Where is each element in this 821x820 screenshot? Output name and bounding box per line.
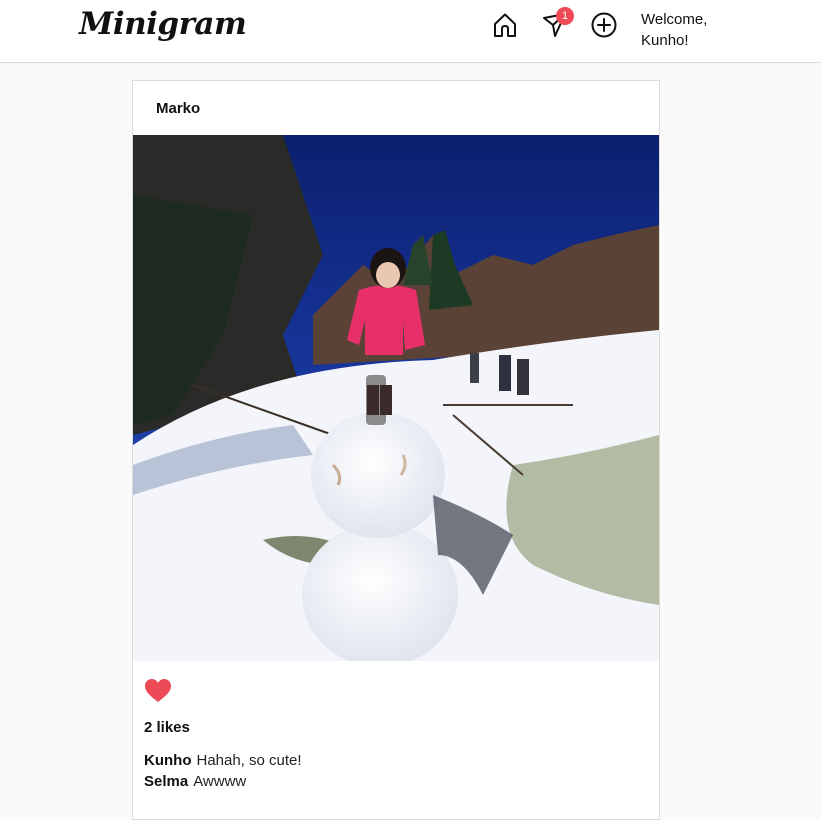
comment-username[interactable]: Selma	[144, 773, 188, 790]
likes-count: 2 likes	[144, 719, 190, 736]
welcome-username: Kunho!	[641, 32, 689, 49]
post-card: Marko 2 likes Kunho Hahah, so cute! Selm…	[132, 80, 660, 820]
home-icon[interactable]	[491, 11, 519, 39]
heart-icon[interactable]	[144, 678, 172, 704]
comment-text: Awwww	[193, 773, 247, 790]
comment-text: Hahah, so cute!	[196, 752, 302, 769]
post-username[interactable]: Marko	[156, 100, 200, 117]
app-logo[interactable]: Minigram	[79, 6, 247, 42]
add-post-icon[interactable]	[590, 11, 618, 39]
post-photo[interactable]	[133, 135, 659, 661]
comment: Kunho Hahah, so cute!	[144, 752, 302, 769]
notification-badge: 1	[556, 7, 574, 25]
welcome-greeting: Welcome,	[641, 11, 708, 28]
top-navbar: Minigram 1 Welcome, Kunho!	[0, 0, 821, 63]
comment-username[interactable]: Kunho	[144, 752, 191, 769]
comment: Selma Awwww	[144, 773, 246, 790]
welcome-message: Welcome, Kunho!	[641, 9, 741, 51]
